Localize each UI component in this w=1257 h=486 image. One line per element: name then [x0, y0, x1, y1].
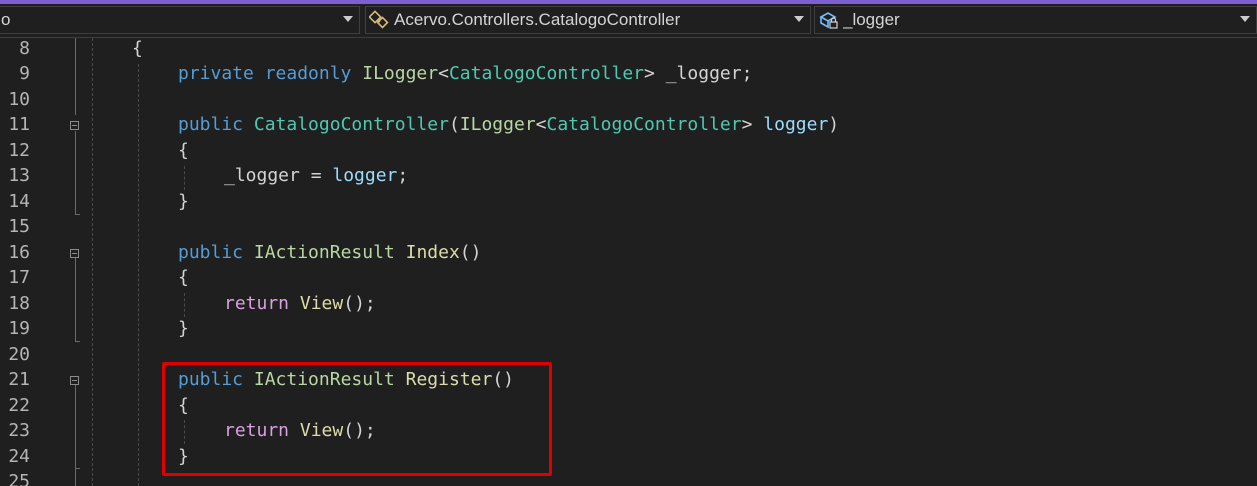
code-text: public IActionResult Index() [178, 242, 482, 263]
line-number: 8 [19, 38, 30, 59]
project-dropdown-label: o [1, 10, 11, 29]
code-text: } [178, 318, 189, 339]
code-line: 12 { [0, 138, 1257, 163]
chevron-down-icon [794, 16, 804, 22]
line-number: 23 [8, 420, 30, 441]
class-icon [368, 9, 391, 31]
type-dropdown[interactable]: Acervo.Controllers.CatalogoController [365, 6, 811, 34]
code-line: 14 } [0, 189, 1257, 214]
code-line: 18 return View(); [0, 291, 1257, 316]
line-number: 13 [8, 165, 30, 186]
code-line: 15 [0, 214, 1257, 239]
code-line: 13 _logger = logger; [0, 163, 1257, 188]
code-text: _logger = logger; [224, 165, 409, 186]
line-number: 21 [8, 369, 30, 390]
line-number: 20 [8, 344, 30, 365]
code-line: 9 private readonly ILogger<CatalogoContr… [0, 61, 1257, 86]
code-line: 11 public CatalogoController(ILogger<Cat… [0, 112, 1257, 137]
code-line: 10 [0, 87, 1257, 112]
line-number: 9 [19, 63, 30, 84]
code-line: 17 { [0, 265, 1257, 290]
code-text: return View(); [224, 293, 376, 314]
line-number: 17 [8, 267, 30, 288]
chevron-down-icon [343, 16, 353, 22]
code-text: } [178, 191, 189, 212]
type-dropdown-label: Acervo.Controllers.CatalogoController [394, 10, 681, 29]
line-number: 25 [8, 471, 30, 486]
line-number: 12 [8, 140, 30, 161]
line-number: 14 [8, 191, 30, 212]
navigation-bar: o Acervo.Controllers.CatalogoController … [0, 4, 1257, 38]
member-dropdown-label: _logger [843, 10, 900, 29]
line-number: 16 [8, 242, 30, 263]
line-number: 24 [8, 446, 30, 467]
code-line: 19 } [0, 316, 1257, 341]
line-number: 15 [8, 216, 30, 237]
chevron-down-icon [1240, 16, 1250, 22]
line-number: 22 [8, 395, 30, 416]
line-number: 19 [8, 318, 30, 339]
line-number: 18 [8, 293, 30, 314]
code-text: private readonly ILogger<CatalogoControl… [178, 63, 753, 84]
member-dropdown[interactable]: _logger [814, 6, 1257, 34]
code-text: { [132, 38, 143, 59]
code-line: 8 { [0, 36, 1257, 61]
code-text: { [178, 140, 189, 161]
project-dropdown[interactable]: o [0, 6, 360, 34]
highlight-box [162, 362, 552, 476]
private-field-icon [818, 9, 840, 31]
code-text: public CatalogoController(ILogger<Catalo… [178, 114, 840, 135]
line-number: 10 [8, 89, 30, 110]
line-number: 11 [8, 114, 30, 135]
code-line: 16 public IActionResult Index() [0, 240, 1257, 265]
code-text: { [178, 267, 189, 288]
